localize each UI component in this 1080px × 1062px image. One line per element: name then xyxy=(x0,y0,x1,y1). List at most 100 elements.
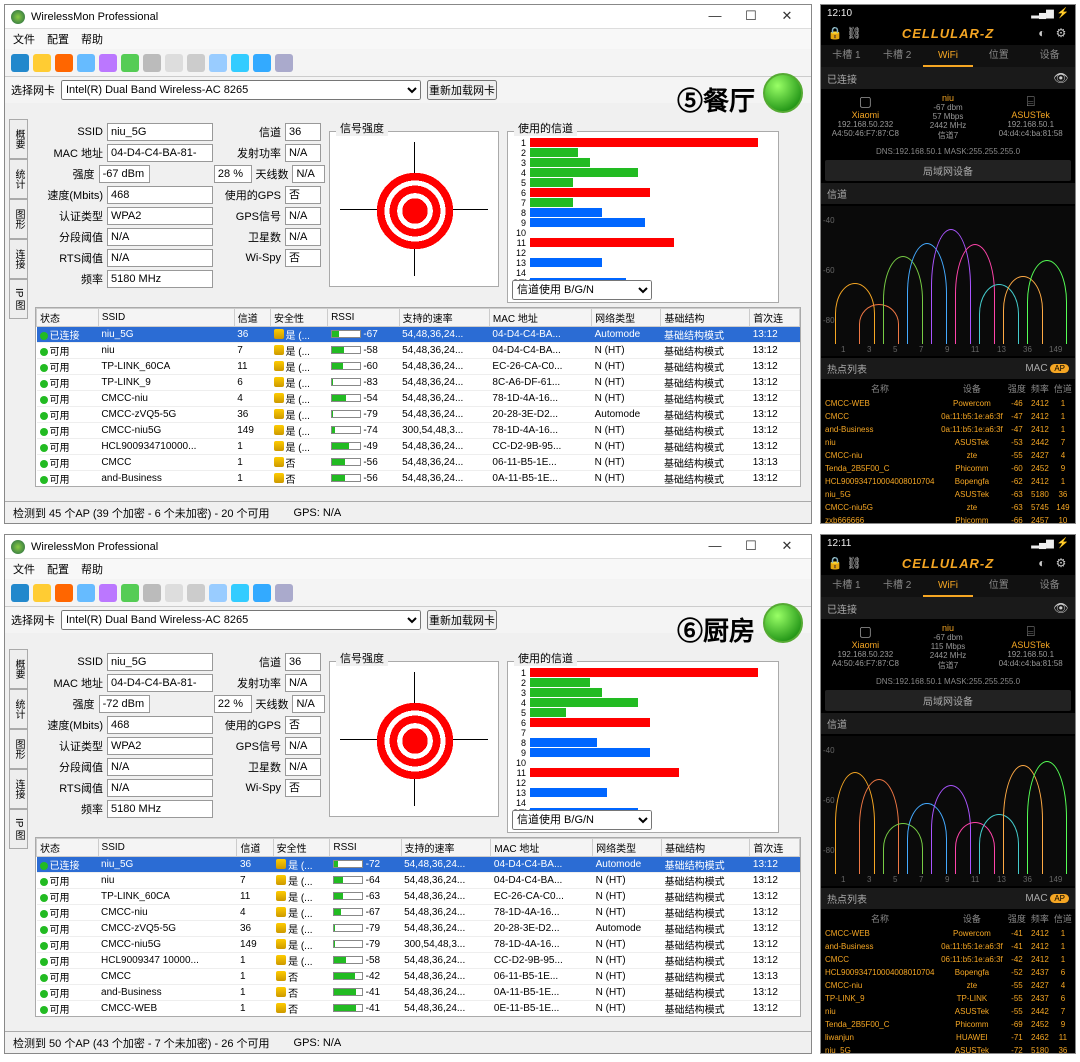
menu-item[interactable]: 文件 xyxy=(13,31,35,47)
grid-header[interactable]: MAC 地址 xyxy=(489,309,591,327)
hotspot-table[interactable]: 名称设备强度频率信道CMCC-WEBPowercom-4624121CMCC0a… xyxy=(821,379,1075,524)
max-button[interactable]: ☐ xyxy=(733,7,769,27)
menu-item[interactable]: 配置 xyxy=(47,31,69,47)
grid-row[interactable]: 可用niu7是 (... -5854,48,36,24...04-D4-C4-B… xyxy=(37,343,800,359)
grid-row[interactable]: 可用CMCC-niu5G149是 (... -74300,54,48,3...7… xyxy=(37,423,800,439)
hotspot-row[interactable]: HCL900934710004008010704Bopengfa-5224376 xyxy=(823,967,1073,978)
grid-header[interactable]: SSID xyxy=(98,839,237,857)
share-icon[interactable]: ⛓ xyxy=(846,555,862,571)
toolbar-icon-4[interactable] xyxy=(99,54,117,72)
lan-devices-button[interactable]: 局域网设备 xyxy=(825,160,1071,181)
toolbar-icon-3[interactable] xyxy=(77,54,95,72)
close-button[interactable]: ✕ xyxy=(769,537,805,557)
grid-row[interactable]: 可用CMCC-niu4是 (... -6754,48,36,24...78-1D… xyxy=(37,905,800,921)
hotspot-row[interactable]: zxb666666Phicomm-66245710 xyxy=(823,515,1073,524)
toolbar-icon-1[interactable] xyxy=(33,584,51,602)
min-button[interactable]: — xyxy=(697,7,733,27)
eye-icon[interactable]: 👁 xyxy=(1053,70,1069,86)
toolbar-icon-8[interactable] xyxy=(187,584,205,602)
sidetab[interactable]: 概要 xyxy=(9,649,28,689)
sidetab[interactable]: 连接 xyxy=(9,239,28,279)
grid-row[interactable]: 可用CMCC-4023是 (... -6054,48,36,24...20-28… xyxy=(37,487,800,488)
hotspot-row[interactable]: CMCC-WEBPowercom-4124121 xyxy=(823,928,1073,939)
grid-header[interactable]: SSID xyxy=(98,309,234,327)
hotspot-row[interactable]: CMCC06:11:b5:1e:a6:3f-4224121 xyxy=(823,954,1073,965)
max-button[interactable]: ☐ xyxy=(733,537,769,557)
grid-header[interactable]: 支持的速率 xyxy=(401,839,491,857)
sidetab[interactable]: 图形 xyxy=(9,199,28,239)
lan-devices-button[interactable]: 局域网设备 xyxy=(825,690,1071,711)
reload-button[interactable]: 重新加载网卡 xyxy=(427,610,497,630)
phone-tab[interactable]: WiFi xyxy=(923,45,974,67)
toolbar-icon-3[interactable] xyxy=(77,584,95,602)
sidetab[interactable]: IP 图 xyxy=(9,809,28,849)
hotspot-row[interactable]: TP-LINK_9TP-LINK-5524376 xyxy=(823,993,1073,1004)
toolbar-icon-5[interactable] xyxy=(121,54,139,72)
sidetab[interactable]: 统计 xyxy=(9,159,28,199)
grid-row[interactable]: 可用HCL900934710000...1是 (... -4954,48,36,… xyxy=(37,439,800,455)
toolbar-icon-7[interactable] xyxy=(165,584,183,602)
hotspot-row[interactable]: CMCC0a:11:b5:1e:a6:3f-4724121 xyxy=(823,411,1073,422)
close-button[interactable]: ✕ xyxy=(769,7,805,27)
toolbar-icon-12[interactable] xyxy=(275,54,293,72)
grid-header[interactable]: 网络类型 xyxy=(593,839,662,857)
ap-badge[interactable]: AP xyxy=(1050,894,1069,903)
grid-header[interactable]: MAC 地址 xyxy=(491,839,593,857)
grid-row[interactable]: 可用CMCC-niu4是 (... -5454,48,36,24...78-1D… xyxy=(37,391,800,407)
toolbar-icon-11[interactable] xyxy=(253,584,271,602)
toolbar-icon-2[interactable] xyxy=(55,54,73,72)
phone-tab[interactable]: 卡槽 1 xyxy=(821,45,872,67)
sidetab[interactable]: 连接 xyxy=(9,769,28,809)
gear-icon[interactable]: ⚙ xyxy=(1053,555,1069,571)
gauge-icon[interactable]: ◐ xyxy=(1034,555,1050,571)
toolbar-icon-0[interactable] xyxy=(11,54,29,72)
hotspot-row[interactable]: niuASUSTek-5324427 xyxy=(823,437,1073,448)
toolbar-icon-10[interactable] xyxy=(231,54,249,72)
grid-header[interactable]: 支持的速率 xyxy=(399,309,489,327)
hotspot-row[interactable]: and-Business0a:11:b5:1e:a6:3f-4124121 xyxy=(823,941,1073,952)
hotspot-table[interactable]: 名称设备强度频率信道CMCC-WEBPowercom-4124121and-Bu… xyxy=(821,909,1075,1054)
sidetab[interactable]: 统计 xyxy=(9,689,28,729)
grid-row[interactable]: 可用CMCC-WEB1否 -4154,48,36,24...0E-11-B5-1… xyxy=(37,1001,800,1017)
ap-badge[interactable]: AP xyxy=(1050,364,1069,373)
reload-button[interactable]: 重新加载网卡 xyxy=(427,80,497,100)
share-icon[interactable]: ⛓ xyxy=(846,25,862,41)
hotspot-row[interactable]: liwanjunHUAWEI-71246211 xyxy=(823,1032,1073,1043)
toolbar-icon-9[interactable] xyxy=(209,54,227,72)
phone-tab[interactable]: 卡槽 1 xyxy=(821,575,872,597)
grid-header[interactable]: 首次连 xyxy=(750,839,800,857)
hotspot-row[interactable]: CMCC-niu5Gzte-635745149 xyxy=(823,502,1073,513)
min-button[interactable]: — xyxy=(697,537,733,557)
phone-tab[interactable]: 位置 xyxy=(973,575,1024,597)
grid-row[interactable]: 可用HCL9009347 10000...1是 (... -5854,48,36… xyxy=(37,953,800,969)
hotspot-row[interactable]: niu_5GASUSTek-72518036 xyxy=(823,1045,1073,1054)
grid-row[interactable]: 可用TP-LINK_96是 (... -8354,48,36,24...8C-A… xyxy=(37,375,800,391)
grid-row[interactable]: 已连接niu_5G36是 (... -7254,48,36,24...04-D4… xyxy=(37,857,800,873)
phone-tab[interactable]: 设备 xyxy=(1024,575,1075,597)
grid-row[interactable]: 可用TP-LINK_60CA11是 (... -6354,48,36,24...… xyxy=(37,889,800,905)
menu-item[interactable]: 帮助 xyxy=(81,31,103,47)
grid-header[interactable]: 基础结构 xyxy=(662,839,750,857)
grid-row[interactable]: 可用CMCC1否 -5654,48,36,24...06-11-B5-1E...… xyxy=(37,455,800,471)
toolbar-icon-11[interactable] xyxy=(253,54,271,72)
phone-tab[interactable]: 卡槽 2 xyxy=(872,575,923,597)
hotspot-row[interactable]: Tenda_2B5F00_CPhicomm-6924529 xyxy=(823,1019,1073,1030)
toolbar-icon-2[interactable] xyxy=(55,584,73,602)
nic-select[interactable]: Intel(R) Dual Band Wireless-AC 8265 xyxy=(61,610,421,630)
gear-icon[interactable]: ⚙ xyxy=(1053,25,1069,41)
sidetab[interactable]: 图形 xyxy=(9,729,28,769)
grid-row[interactable]: 可用TP-LINK_60CA11是 (... -6054,48,36,24...… xyxy=(37,359,800,375)
grid-header[interactable]: 网络类型 xyxy=(592,309,661,327)
grid-header[interactable]: 基础结构 xyxy=(661,309,750,327)
toolbar-icon-9[interactable] xyxy=(209,584,227,602)
grid-header[interactable]: 首次连 xyxy=(750,309,800,327)
gauge-icon[interactable]: ◐ xyxy=(1034,25,1050,41)
menu-item[interactable]: 帮助 xyxy=(81,561,103,577)
grid-row[interactable]: 可用CMCC-zVQ5-5G36是 (... -7954,48,36,24...… xyxy=(37,921,800,937)
ap-grid[interactable]: 状态SSID信道安全性RSSI支持的速率MAC 地址网络类型基础结构首次连已连接… xyxy=(35,837,801,1017)
channel-mode-select[interactable]: 信道使用 B/G/N xyxy=(512,280,652,300)
hotspot-row[interactable]: HCL900934710004008010704Bopengfa-6224121 xyxy=(823,476,1073,487)
ap-grid[interactable]: 状态SSID信道安全性RSSI支持的速率MAC 地址网络类型基础结构首次连已连接… xyxy=(35,307,801,487)
grid-header[interactable]: RSSI xyxy=(330,839,401,857)
lock-icon[interactable]: 🔒 xyxy=(827,25,843,41)
